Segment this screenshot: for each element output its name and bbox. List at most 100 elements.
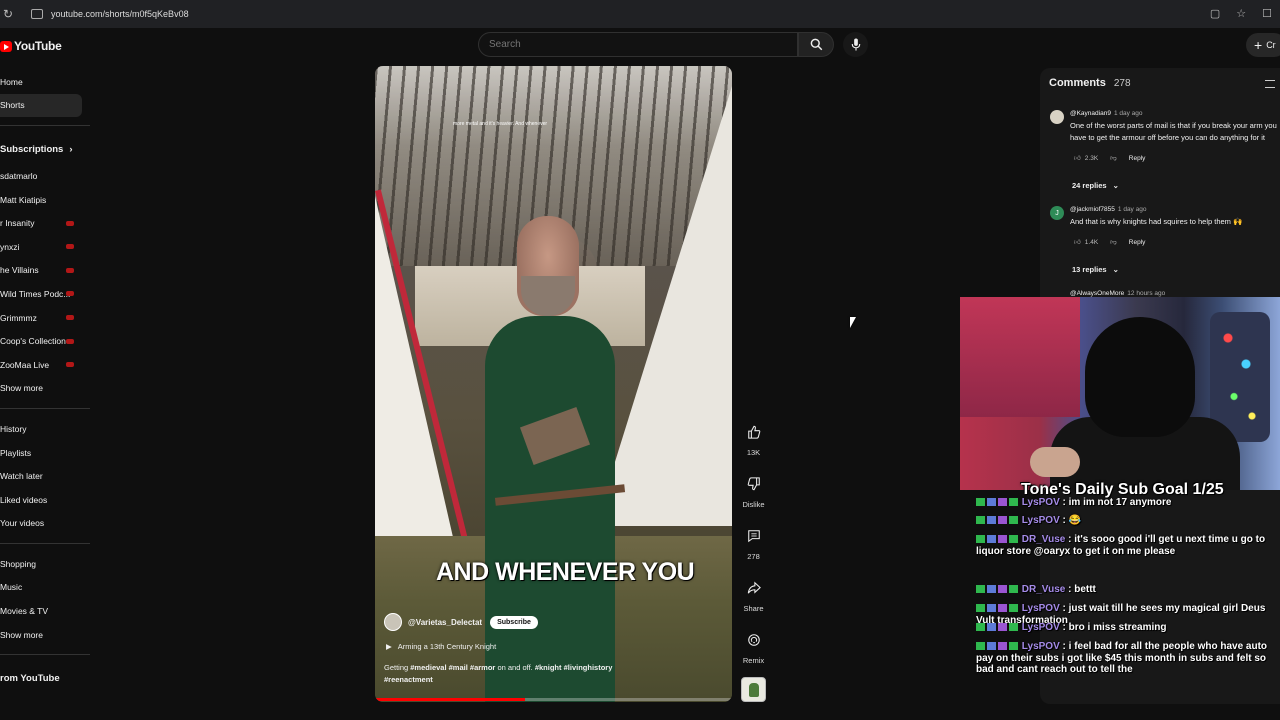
playlist-title: Arming a 13th Century Knight [397, 642, 497, 651]
view-replies-button[interactable]: 24 replies ⌄ [1072, 181, 1119, 190]
sidebar-item-label: r Insanity [0, 218, 35, 229]
share-icon [742, 576, 766, 600]
reload-icon[interactable]: ↻ [3, 7, 21, 21]
comment-time[interactable]: 1 day ago [1118, 206, 1147, 213]
comment-time[interactable]: 12 hours ago [1127, 290, 1165, 297]
comments-total: 278 [1113, 78, 1131, 89]
comment-avatar[interactable]: J [1050, 206, 1064, 220]
create-label: Cr [1266, 40, 1276, 50]
sidebar-subscription-6[interactable]: Grimmmz [0, 306, 90, 330]
chat-text: im im not 17 anymore [1068, 497, 1172, 508]
chat-username: LysPOV [1021, 603, 1060, 614]
extensions-icon[interactable]: ☐ [1262, 7, 1272, 20]
sidebar-you-item-3[interactable]: Liked videos [0, 488, 90, 512]
search-input[interactable] [479, 33, 779, 56]
site-info-icon[interactable] [31, 9, 43, 19]
webcam-streamer-head [1085, 317, 1195, 437]
hashtag-link[interactable]: #medieval [410, 663, 446, 672]
chat-badges-icon [976, 498, 1019, 507]
hashtag-link[interactable]: #armor [470, 663, 495, 672]
sidebar-subscription-3[interactable]: ynxzi [0, 235, 90, 259]
hashtag-link[interactable]: #reenactment [384, 675, 433, 684]
sidebar-subscription-7[interactable]: Coop's Collection [0, 329, 90, 353]
sidebar-you-item-4[interactable]: Your videos [0, 512, 90, 536]
chat-badges-icon [976, 642, 1019, 651]
chat-badges-icon [976, 585, 1019, 594]
sidebar-subscription-2[interactable]: r Insanity [0, 211, 90, 235]
short-video-player[interactable]: more metal and it's heavier. And wheneve… [375, 66, 732, 702]
dislike-button[interactable]: Dislike [735, 472, 772, 524]
thumbs-down-icon[interactable]: 👎︎ [1110, 238, 1117, 246]
sidebar-explore-item-0[interactable]: Shopping [0, 552, 90, 576]
share-button[interactable]: Share [735, 576, 772, 628]
hashtag-link[interactable]: #mail [449, 663, 468, 672]
reply-button[interactable]: Reply [1129, 155, 1146, 162]
comment-toolbar: 👍︎ 2.3K 👎︎ Reply [1074, 154, 1146, 163]
sidebar-divider [0, 408, 90, 410]
remix-button[interactable]: Remix [735, 628, 772, 680]
bookmark-star-icon[interactable]: ☆ [1236, 7, 1246, 20]
install-icon[interactable]: ▢ [1210, 7, 1220, 20]
video-progress-bar[interactable] [375, 698, 732, 701]
sidebar-explore-item-3[interactable]: Show more [0, 623, 90, 647]
youtube-logo[interactable]: YouTube [0, 38, 62, 54]
sidebar-subscription-9[interactable]: Show more [0, 377, 90, 401]
channel-name[interactable]: @Varietas_Delectat [408, 618, 482, 627]
sidebar-subscription-8[interactable]: ZooMaa Live [0, 353, 90, 377]
comment-time[interactable]: 1 day ago [1114, 110, 1143, 117]
subscriptions-header[interactable]: Subscriptions › [0, 134, 90, 164]
sidebar-subscription-1[interactable]: Matt Kiatipis [0, 188, 90, 212]
description-text: on and off. [495, 663, 535, 672]
comment-avatar[interactable] [1050, 110, 1064, 124]
address-bar[interactable]: youtube.com/shorts/m0f5qKeBv08 [51, 9, 189, 19]
sidebar-item-home[interactable]: Home [0, 70, 90, 94]
mouse-cursor-icon [850, 317, 856, 328]
comment-author[interactable]: @AlwaysOneMore [1070, 290, 1124, 297]
hashtag-link[interactable]: #knight [535, 663, 562, 672]
sidebar-item-label: Music [0, 582, 23, 593]
subscribe-button[interactable]: Subscribe [490, 615, 538, 629]
sidebar-item-label: Coop's Collection [0, 336, 66, 347]
hashtag-link[interactable]: #livinghistory [564, 663, 613, 672]
sound-thumbnail[interactable] [741, 677, 766, 702]
comment-meta: @jackmiof7855 1 day ago [1070, 206, 1146, 213]
thumbs-up-icon[interactable]: 👍︎ [1074, 238, 1081, 246]
view-replies-button[interactable]: 13 replies ⌄ [1072, 265, 1119, 274]
comment-toolbar: 👍︎ 1.4K 👎︎ Reply [1074, 238, 1146, 247]
sidebar-item-label: Show more [0, 629, 43, 640]
sidebar-explore-item-1[interactable]: Music [0, 576, 90, 600]
subscriptions-header-label: Subscriptions [0, 143, 64, 155]
sidebar-item-label: Matt Kiatipis [0, 194, 47, 205]
sidebar-subscription-4[interactable]: he Villains [0, 259, 90, 283]
chevron-down-icon: ⌄ [1112, 181, 1119, 190]
you-section: History Playlists Watch later Liked videos Y… [0, 417, 90, 535]
like-button[interactable]: 13K [735, 420, 772, 472]
voice-search-button[interactable] [843, 32, 868, 57]
playlist-link[interactable]: ▶ Arming a 13th Century Knight [386, 642, 496, 651]
create-button[interactable]: + Cr [1246, 33, 1280, 57]
comments-button[interactable]: 278 [735, 524, 772, 576]
sidebar-you-item-0[interactable]: History [0, 417, 90, 441]
sidebar-explore-item-2[interactable]: Movies & TV [0, 599, 90, 623]
live-indicator-icon [66, 291, 74, 297]
sidebar-item-shorts[interactable]: Shorts [0, 93, 82, 118]
thumbs-up-icon[interactable]: 👍︎ [1074, 154, 1081, 162]
chat-message: LysPOV : i feel bad for all the people w… [976, 641, 1268, 676]
webcam-streamer-hands [1030, 447, 1080, 477]
webcam-background [960, 297, 1080, 417]
channel-avatar[interactable] [384, 613, 402, 631]
comment-author[interactable]: @jackmiof7855 [1070, 206, 1115, 213]
sidebar-you-item-1[interactable]: Playlists [0, 441, 90, 465]
short-actions: 13K Dislike 278 Share Remix [735, 420, 772, 680]
comment-author[interactable]: @Kaynadian9 [1070, 110, 1111, 117]
chat-username: DR_Vuse [1021, 534, 1066, 545]
sort-icon[interactable] [1265, 80, 1275, 88]
reply-button[interactable]: Reply [1129, 239, 1146, 246]
search-button[interactable] [798, 32, 834, 57]
sidebar-subscription-0[interactable]: sdatmarlo [0, 164, 90, 188]
sidebar-you-item-2[interactable]: Watch later [0, 464, 90, 488]
thumbs-down-icon[interactable]: 👎︎ [1110, 154, 1117, 162]
sidebar-subscription-5[interactable]: Wild Times Podc... [0, 282, 90, 306]
youtube-play-icon [0, 40, 12, 52]
comment-meta: @AlwaysOneMore 12 hours ago [1070, 290, 1165, 297]
